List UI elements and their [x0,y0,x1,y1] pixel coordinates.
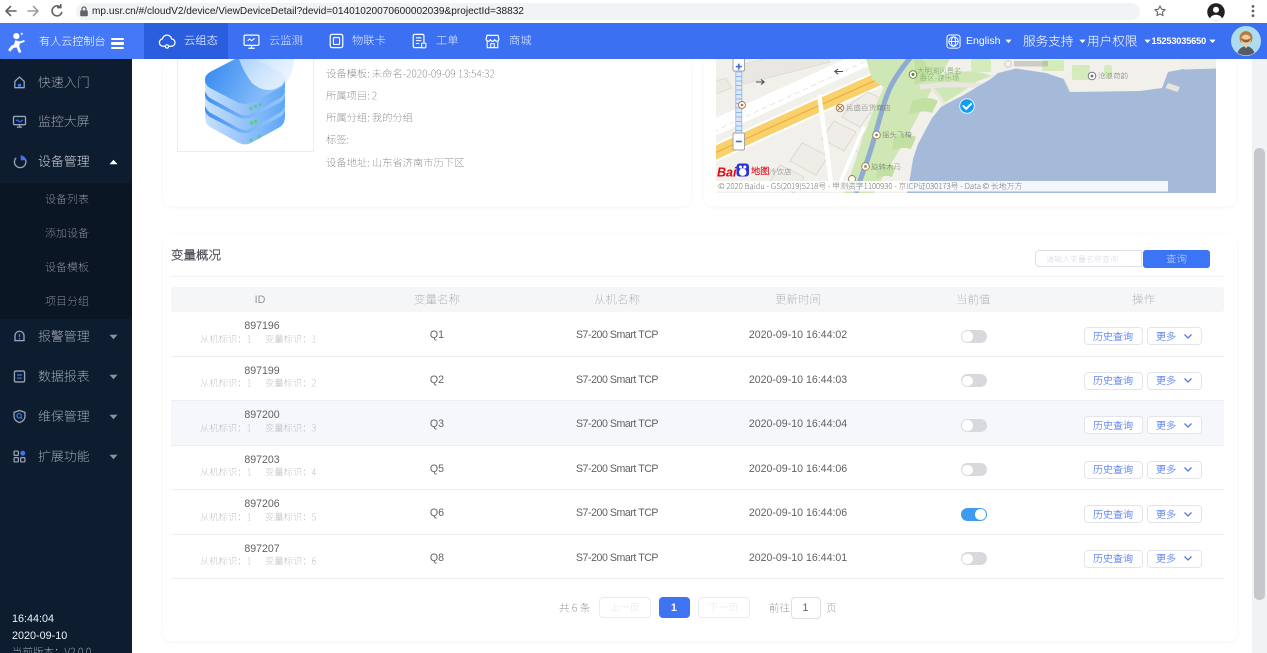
svg-text:Bai: Bai [717,166,737,180]
